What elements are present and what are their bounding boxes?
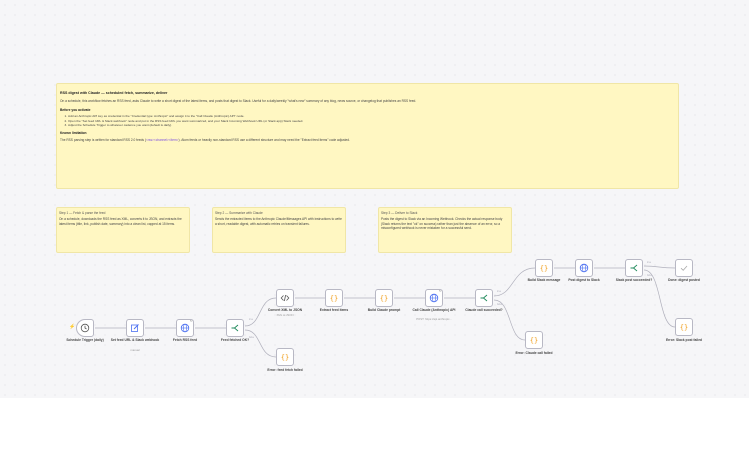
wire-claudeok-claudeerr [493,299,526,341]
braces-icon: {} [330,294,338,302]
node-convert-xml[interactable] [276,289,294,307]
node-label: Claude call succeeded? [465,308,503,312]
node-slack-error[interactable]: {} [675,318,693,336]
svg-text:{}: {} [281,353,289,361]
note-limits-heading: Known limitation [60,131,87,136]
limits-post: ). Atom feeds or heavily non-standard RS… [178,138,350,143]
node-label: Slack post succeeded? [615,278,653,282]
node-sublabel: POST: https://api.anthropic... [416,317,452,321]
node-label: Post digest to Slack [568,278,600,282]
branch-icon [480,294,488,302]
branch-false-text: false [647,274,653,277]
note-limits-text: The RSS parsing step is written for stan… [60,138,675,142]
branch-false-text: false [497,303,503,306]
node-label: Error: Slack post failed [665,338,703,342]
note-intro: On a schedule, this workflow fetches an … [60,99,417,103]
note-step-item: Adjust the Schedule Trigger to whatever … [68,123,675,127]
wire-fetched-feederr [244,329,277,358]
node-set-feed[interactable] [126,319,144,337]
sticky-note-step2[interactable]: Step 2 — Summarize with Claude Sends the… [212,207,346,253]
sticky-note-main[interactable]: RSS digest with Claude — scheduled fetch… [56,83,679,189]
node-sublabel: manual [130,348,140,352]
node-done[interactable] [675,259,693,277]
node-label: Fetch RSS feed [172,338,198,342]
node-label: Set feed URL & Slack webhook [110,338,160,342]
step2-body: Sends the extracted items to the Anthrop… [215,217,342,226]
node-feed-error[interactable]: {} [276,348,294,366]
node-badge: ↻ [190,319,193,323]
svg-text:{}: {} [680,323,688,331]
note-before-heading: Before you activate [60,108,91,113]
node-label: Build Claude prompt [367,308,401,312]
trigger-bolt-icon: ⚡ [69,324,76,330]
branch-icon [630,264,638,272]
branch-true-text: true [647,261,652,264]
node-sublabel: XML to JSON [276,313,294,317]
workflow-canvas[interactable]: true false true false true false RSS dig… [0,0,749,398]
limits-pre: The RSS parsing step is written for stan… [60,138,146,143]
braces-icon: {} [380,294,388,302]
node-label: Error: feed fetch failed [267,368,303,372]
node-label: Schedule Trigger (daily) [66,338,104,342]
braces-icon: {} [281,353,289,361]
node-post-slack[interactable] [575,259,593,277]
node-build-slack-msg[interactable]: {} [535,259,553,277]
limits-code: <rss><channel><item> [145,138,179,143]
node-badge: ↻ [439,289,442,293]
wire-slackok-done [643,265,676,269]
edit-icon [131,324,139,332]
step2-title: Step 2 — Summarize with Claude [215,211,263,215]
braces-icon: {} [680,323,688,331]
globe-icon [429,293,439,303]
node-schedule-trigger[interactable] [76,319,94,337]
node-feed-fetched-if[interactable] [226,319,244,337]
code-icon [280,294,290,302]
braces-icon: {} [530,336,538,344]
step1-title: Step 1 — Fetch & parse the feed [59,211,106,215]
svg-text:{}: {} [330,294,338,302]
note-title: RSS digest with Claude — scheduled fetch… [60,91,168,95]
branch-icon [231,324,239,332]
node-extract-items[interactable]: {} [325,289,343,307]
braces-icon: {} [540,264,548,272]
svg-text:{}: {} [530,336,538,344]
branch-true-text: true [497,290,502,293]
step3-title: Step 3 — Deliver to Slack [381,211,418,215]
node-build-prompt[interactable]: {} [375,289,393,307]
svg-text:{}: {} [380,294,388,302]
globe-icon [180,323,190,333]
clock-icon [80,323,90,333]
check-icon [680,265,688,271]
sticky-note-step3[interactable]: Step 3 — Deliver to Slack Posts the dige… [378,207,512,253]
node-label: Extract feed items [319,308,349,312]
node-label: Done: digest posted [668,278,700,282]
branch-true-text: true [249,318,254,321]
node-label: Feed fetched OK? [220,338,250,342]
node-claude-error[interactable]: {} [525,331,543,349]
node-label: Call Claude (Anthropic) API [412,308,456,312]
step3-body: Posts the digest to Slack via an Incomin… [381,217,503,231]
node-slack-ok-if[interactable] [625,259,643,277]
step1-body: On a schedule, downloads the RSS feed as… [59,217,182,226]
sticky-note-step1[interactable]: Step 1 — Fetch & parse the feed On a sch… [56,207,190,253]
svg-text:{}: {} [540,264,548,272]
globe-icon [579,263,589,273]
node-label: Error: Claude call failed [515,351,553,355]
note-steps-list: Add an Anthropic API key as credential i… [60,114,675,127]
node-claude-ok-if[interactable] [475,289,493,307]
